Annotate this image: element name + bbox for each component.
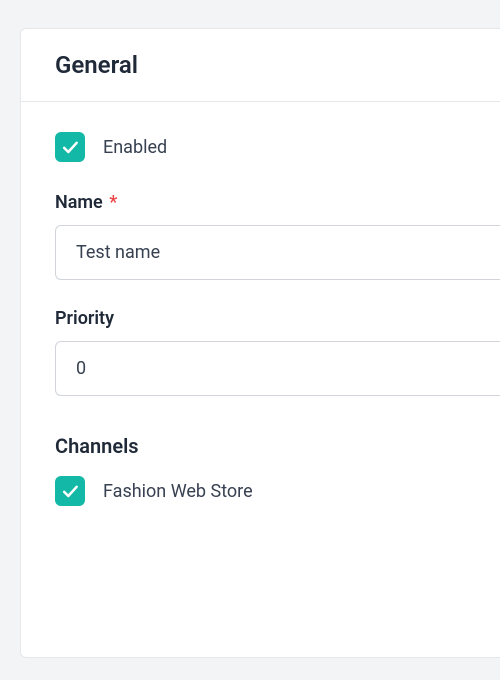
- card-body: Enabled Name * Priority Channels Fashion…: [21, 102, 500, 536]
- priority-input[interactable]: [55, 341, 500, 396]
- channel-checkbox[interactable]: [55, 476, 85, 506]
- priority-label: Priority: [55, 308, 500, 329]
- name-field-group: Name *: [55, 192, 500, 280]
- channel-row: Fashion Web Store: [55, 476, 500, 506]
- card-header: General: [21, 29, 500, 102]
- name-label: Name *: [55, 192, 500, 213]
- enabled-row: Enabled: [55, 132, 500, 162]
- enabled-checkbox[interactable]: [55, 132, 85, 162]
- channels-heading: Channels: [55, 434, 500, 458]
- check-icon: [60, 137, 80, 157]
- channel-label: Fashion Web Store: [103, 481, 253, 502]
- card-title: General: [55, 51, 466, 79]
- name-label-text: Name: [55, 192, 103, 213]
- check-icon: [60, 481, 80, 501]
- required-mark: *: [109, 192, 117, 213]
- priority-field-group: Priority: [55, 308, 500, 396]
- general-card: General Enabled Name * Priority Channels: [20, 28, 500, 658]
- enabled-label: Enabled: [103, 137, 167, 158]
- name-input[interactable]: [55, 225, 500, 280]
